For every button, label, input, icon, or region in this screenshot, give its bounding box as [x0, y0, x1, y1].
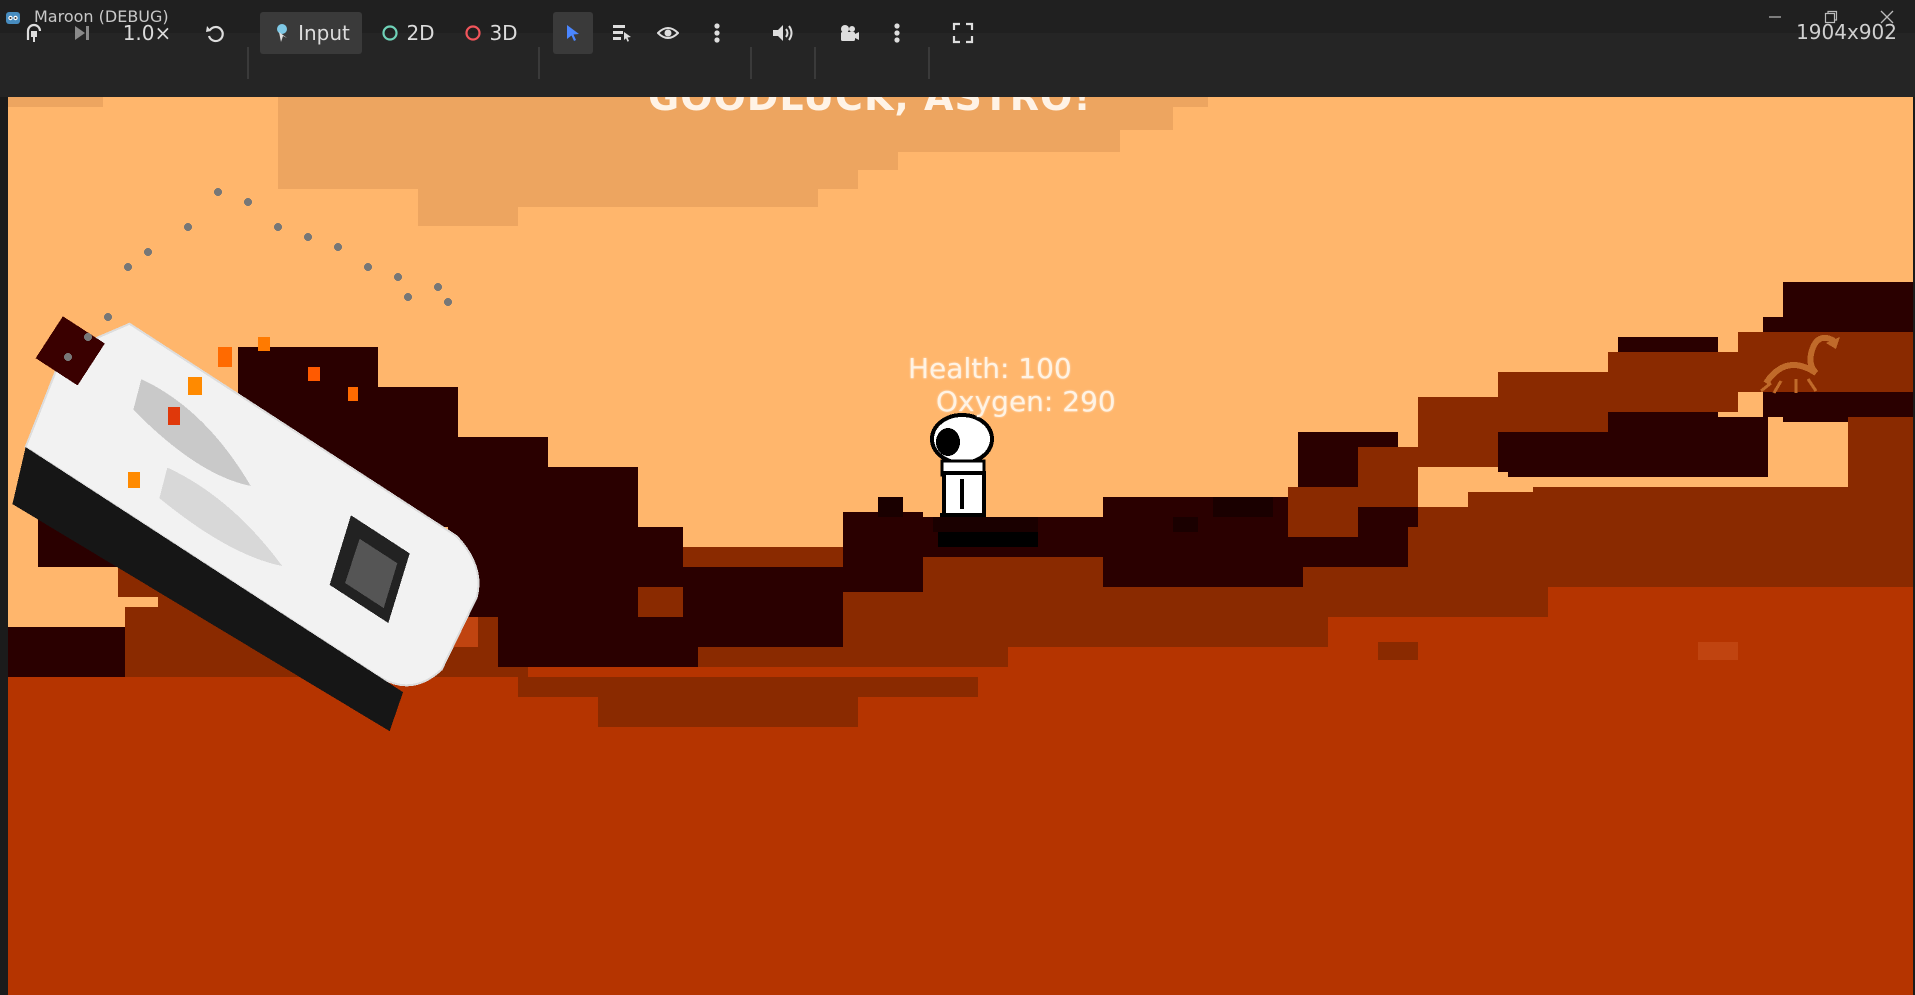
speed-button[interactable]: 1.0×: [116, 15, 178, 51]
reset-speed-button[interactable]: [198, 15, 232, 51]
camera-override-button[interactable]: [830, 15, 868, 51]
toolbar-separator: [814, 47, 816, 79]
circle-3d-icon: [465, 25, 482, 41]
astronaut-player: [930, 413, 994, 517]
input-toggle-button[interactable]: Input: [260, 12, 362, 54]
select-mode-button[interactable]: [553, 12, 593, 54]
camera-options-button[interactable]: [880, 15, 914, 51]
camera-icon: [841, 25, 859, 41]
fullscreen-button[interactable]: [944, 15, 982, 51]
list-select-icon: [613, 25, 631, 42]
select-options-button[interactable]: [700, 15, 734, 51]
toolbar-separator: [928, 47, 930, 79]
visibility-button[interactable]: [651, 15, 685, 51]
goodluck-banner: GOODLUCK, ASTRO!: [648, 97, 1092, 119]
oxygen-label: Oxygen: 290: [936, 385, 1116, 418]
audio-icon: [773, 25, 793, 41]
mode-2d-button[interactable]: 2D: [378, 15, 438, 51]
more-vertical-icon: [894, 23, 900, 43]
step-frame-button[interactable]: [66, 15, 98, 51]
mute-audio-button[interactable]: [764, 15, 802, 51]
reset-speed-icon: [206, 25, 224, 43]
list-select-button[interactable]: [605, 15, 639, 51]
game-scene: [8, 97, 1913, 995]
minimize-icon: [1769, 15, 1781, 18]
health-label: Health: 100: [908, 352, 1072, 385]
eye-icon: [657, 27, 679, 39]
minimize-button[interactable]: [1747, 0, 1803, 33]
toolbar-separator: [538, 47, 540, 79]
input-label: Input: [298, 21, 350, 45]
circle-2d-icon: [382, 25, 399, 41]
game-viewport[interactable]: GOODLUCK, ASTRO! Health: 100 Oxygen: 290: [8, 97, 1913, 995]
toolbar-separator: [247, 47, 249, 79]
mode-2d-label: 2D: [406, 21, 435, 45]
astronaut-shadow: [938, 532, 1038, 547]
viewport-resolution: 1904x902: [1796, 20, 1897, 44]
remote-debug-icon: [26, 23, 42, 42]
remote-debug-button[interactable]: [18, 15, 50, 51]
mode-3d-button[interactable]: 3D: [460, 15, 522, 51]
input-icon: [277, 24, 288, 42]
more-vertical-icon: [714, 23, 720, 43]
step-frame-icon: [75, 26, 89, 40]
fullscreen-icon: [952, 22, 974, 44]
select-arrow-icon: [567, 25, 579, 41]
toolbar-separator: [750, 47, 752, 79]
mode-3d-label: 3D: [489, 21, 518, 45]
